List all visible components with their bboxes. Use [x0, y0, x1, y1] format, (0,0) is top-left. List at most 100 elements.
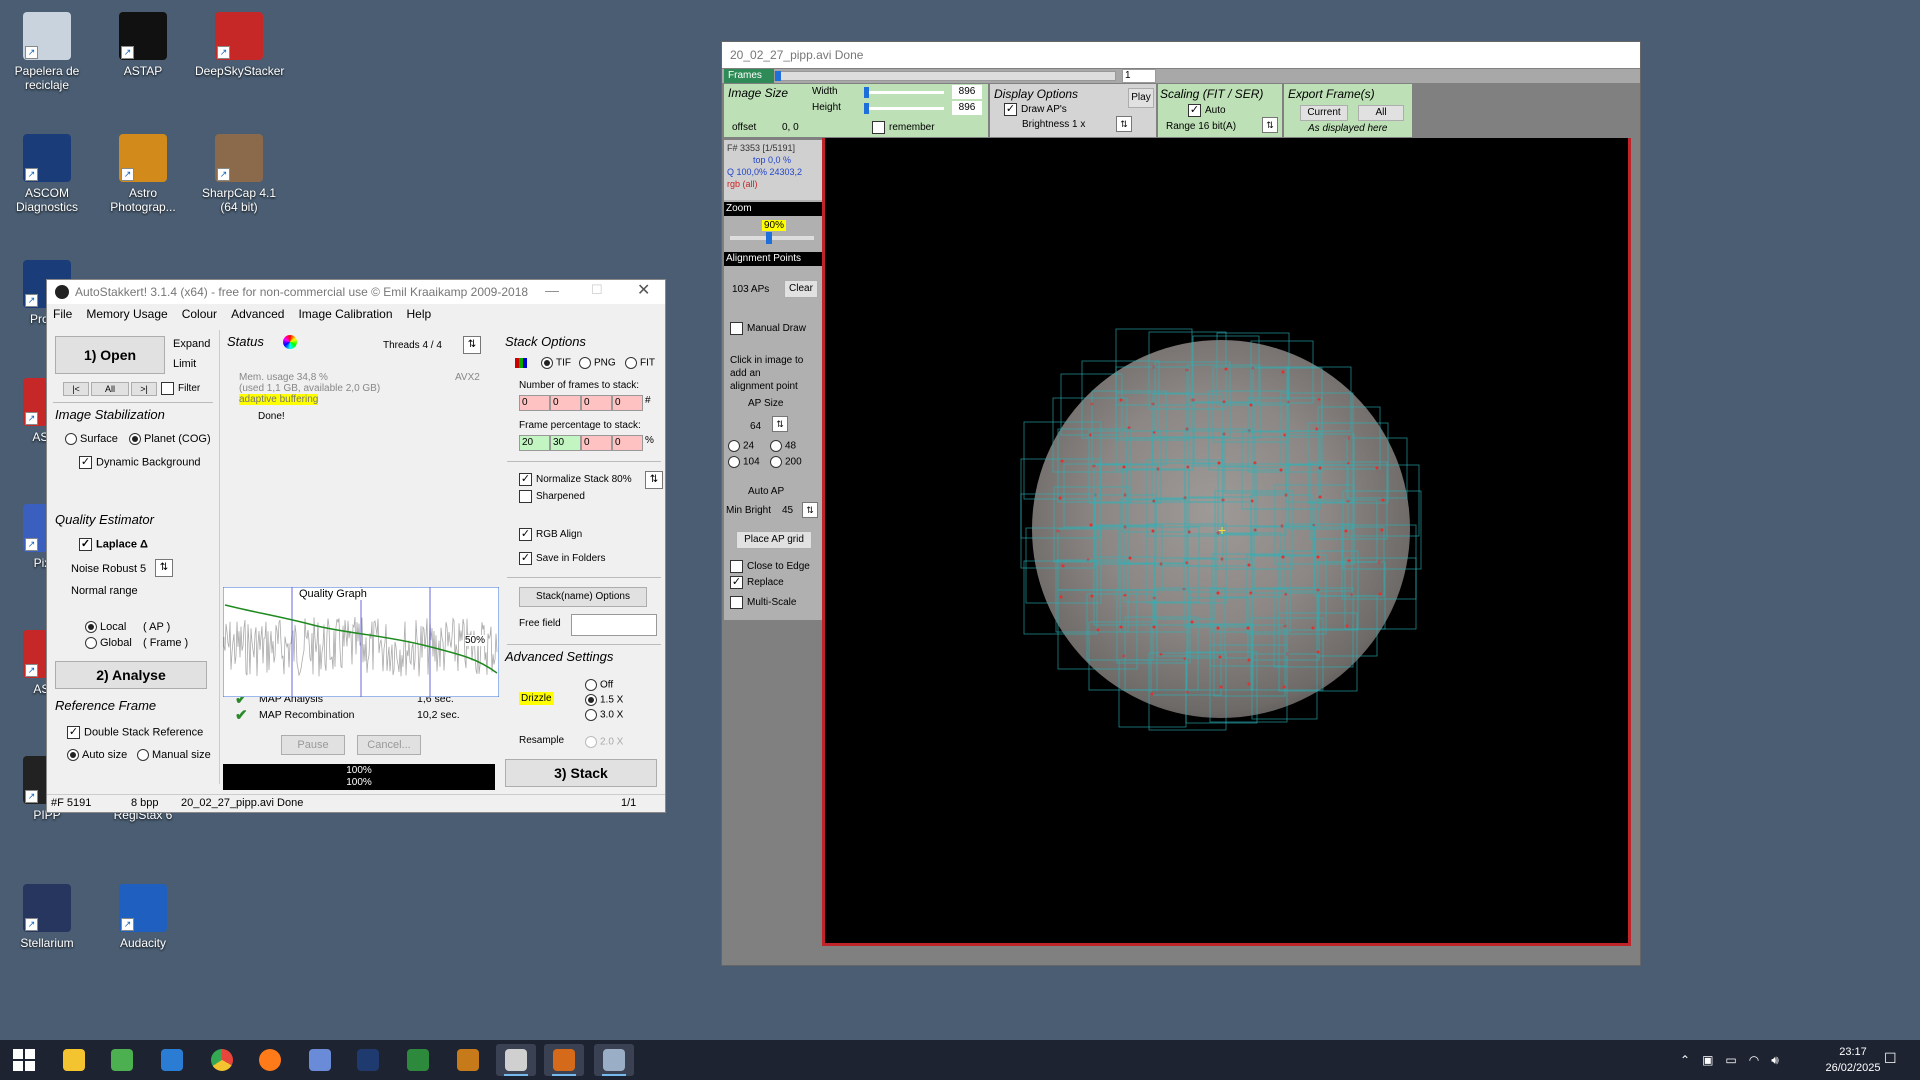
desktop-icon[interactable]: ↗ Audacity — [99, 884, 187, 950]
vscode-icon[interactable] — [152, 1044, 192, 1076]
width-slider-thumb[interactable] — [864, 87, 869, 98]
menu-image-calibration[interactable]: Image Calibration — [298, 307, 392, 321]
save-folders-checkbox[interactable]: ✓ Save in Folders — [519, 552, 605, 565]
desktop-icon[interactable]: ↗ ASTAP — [99, 12, 187, 78]
ap-size-48-radio[interactable]: 48 — [770, 440, 796, 452]
png-radio[interactable]: PNG — [579, 357, 616, 369]
pct-frames-input-3[interactable]: 0 — [581, 435, 612, 451]
zoom-slider[interactable] — [730, 232, 814, 244]
ap-size-stepper[interactable]: ⇅ — [772, 416, 788, 432]
remember-checkbox[interactable]: remember — [872, 121, 935, 134]
num-frames-input-4[interactable]: 0 — [612, 395, 643, 411]
desktop-icon[interactable]: ↗ SharpCap 4.1 (64 bit) — [195, 134, 283, 214]
pause-button[interactable]: Pause — [281, 735, 345, 755]
draw-aps-checkbox[interactable]: ✓ Draw AP's — [1004, 103, 1067, 116]
tif-radio[interactable]: TIF — [541, 357, 571, 369]
minimize-icon[interactable]: — — [545, 282, 559, 298]
asistudio-icon[interactable] — [544, 1044, 584, 1076]
double-stack-checkbox[interactable]: ✓ Double Stack Reference — [67, 726, 203, 739]
zoom-slider-thumb[interactable] — [766, 232, 772, 244]
menu-colour[interactable]: Colour — [182, 307, 217, 321]
export-all-button[interactable]: All — [1358, 105, 1404, 121]
notepad-icon[interactable] — [102, 1044, 142, 1076]
num-frames-input-2[interactable]: 0 — [550, 395, 581, 411]
manual-size-radio[interactable]: Manual size — [137, 749, 211, 762]
width-slider[interactable] — [864, 87, 944, 98]
open-button[interactable]: 1) Open — [55, 336, 165, 374]
maximize-icon[interactable]: ☐ — [591, 282, 603, 298]
frames-slider[interactable] — [774, 71, 1116, 81]
local-radio[interactable]: Local — [85, 621, 126, 634]
clear-aps-button[interactable]: Clear — [784, 280, 818, 298]
surface-radio[interactable]: Surface — [65, 433, 118, 446]
nav-first-button[interactable]: |< — [63, 382, 89, 396]
astro-photography-icon[interactable] — [448, 1044, 488, 1076]
battery-icon[interactable]: ▭ — [1725, 1053, 1736, 1067]
noise-robust-stepper[interactable]: ⇅ — [155, 559, 173, 577]
desktop-icon[interactable]: ↗ ASCOM Diagnostics — [3, 134, 91, 214]
free-field-input[interactable] — [571, 614, 657, 636]
ap-size-24-radio[interactable]: 24 — [728, 440, 754, 452]
normalize-stepper[interactable]: ⇅ — [645, 471, 663, 489]
dynamic-background-checkbox[interactable]: ✓ Dynamic Background — [79, 456, 201, 469]
replace-checkbox[interactable]: ✓ Replace — [730, 576, 784, 589]
play-button[interactable]: Play — [1128, 88, 1154, 108]
close-icon[interactable]: ✕ — [637, 280, 650, 300]
nav-last-button[interactable]: >| — [131, 382, 157, 396]
chrome-icon[interactable] — [202, 1044, 242, 1076]
desktop-icon[interactable]: ↗ Papelera de reciclaje — [3, 12, 91, 92]
auto-size-radio[interactable]: Auto size — [67, 749, 127, 762]
height-slider[interactable] — [864, 103, 944, 114]
width-value[interactable]: 896 — [952, 85, 982, 99]
menu-memory-usage[interactable]: Memory Usage — [86, 307, 167, 321]
num-frames-input-1[interactable]: 0 — [519, 395, 550, 411]
stackname-options-button[interactable]: Stack(name) Options — [519, 587, 647, 607]
network-tool-icon[interactable] — [300, 1044, 340, 1076]
app-green-icon[interactable] — [398, 1044, 438, 1076]
sharpened-checkbox[interactable]: Sharpened — [519, 490, 585, 503]
drizzle-off-radio[interactable]: Off — [585, 679, 613, 691]
export-current-button[interactable]: Current — [1300, 105, 1348, 121]
place-ap-grid-button[interactable]: Place AP grid — [736, 531, 812, 549]
planet-radio[interactable]: Planet (COG) — [129, 433, 211, 446]
ap-size-104-radio[interactable]: 104 — [728, 456, 760, 468]
wifi-icon[interactable]: ◠ — [1749, 1053, 1759, 1067]
manual-draw-checkbox[interactable]: Manual Draw — [730, 322, 806, 335]
filter-checkbox[interactable]: Filter — [161, 382, 200, 395]
global-radio[interactable]: Global — [85, 637, 132, 650]
expand-label[interactable]: Expand — [173, 338, 210, 350]
notifications-icon[interactable]: ☐ — [1884, 1050, 1897, 1067]
limit-label[interactable]: Limit — [173, 358, 196, 370]
drizzle-30-radio[interactable]: 3.0 X — [585, 709, 623, 721]
pct-frames-input-4[interactable]: 0 — [612, 435, 643, 451]
image-canvas[interactable]: + — [822, 138, 1631, 946]
multi-scale-checkbox[interactable]: Multi-Scale — [730, 596, 796, 609]
file-explorer-icon[interactable] — [54, 1044, 94, 1076]
height-value[interactable]: 896 — [952, 101, 982, 115]
stack-button[interactable]: 3) Stack — [505, 759, 657, 787]
height-slider-thumb[interactable] — [864, 103, 869, 114]
desktop-icon[interactable]: ↗ DeepSkyStacker — [195, 12, 284, 78]
firefox-icon[interactable] — [250, 1044, 290, 1076]
volume-icon[interactable]: 🔊︎ — [1771, 1053, 1779, 1068]
range-stepper[interactable]: ⇅ — [1262, 117, 1278, 133]
auto-checkbox[interactable]: ✓ Auto — [1188, 104, 1226, 117]
lightroom-icon[interactable] — [348, 1044, 388, 1076]
brightness-stepper[interactable]: ⇅ — [1116, 116, 1132, 132]
frames-slider-thumb[interactable] — [775, 71, 782, 81]
pipp-icon[interactable] — [496, 1044, 536, 1076]
desktop-icon[interactable]: ↗ Astro Photograp... — [99, 134, 187, 214]
pct-frames-input-2[interactable]: 30 — [550, 435, 581, 451]
frame-number-input[interactable]: 1 — [1122, 69, 1156, 83]
nav-all-button[interactable]: All — [91, 382, 129, 396]
fit-radio[interactable]: FIT — [625, 357, 655, 369]
analyse-button[interactable]: 2) Analyse — [55, 661, 207, 689]
start-icon[interactable] — [4, 1044, 44, 1076]
cancel-button[interactable]: Cancel... — [357, 735, 421, 755]
chevron-up-icon[interactable]: ⌃ — [1680, 1053, 1690, 1067]
laplace-checkbox[interactable]: ✓ Laplace Δ — [79, 538, 148, 551]
menu-help[interactable]: Help — [407, 307, 432, 321]
min-bright-stepper[interactable]: ⇅ — [802, 502, 818, 518]
menu-file[interactable]: File — [53, 307, 72, 321]
close-to-edge-checkbox[interactable]: Close to Edge — [730, 560, 810, 573]
